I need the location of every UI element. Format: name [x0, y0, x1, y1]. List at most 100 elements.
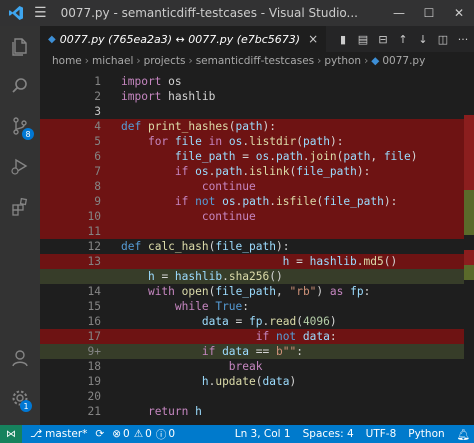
deleted-line[interactable]: 7 if os.path.islink(file_path): — [40, 164, 464, 179]
deleted-line[interactable]: 6 file_path = os.path.join(path, file) — [40, 149, 464, 164]
branch-name: master* — [45, 428, 88, 440]
menu-icon[interactable]: ☰ — [34, 5, 47, 21]
line-code: file_path = os.path.join(path, file) — [121, 149, 418, 164]
open-file-icon[interactable]: ▤ — [356, 32, 370, 46]
deleted-line[interactable]: 11 — [40, 224, 464, 239]
line-number: 17 — [87, 330, 101, 343]
code-token: hashlib — [161, 90, 216, 103]
line-number: 13 — [87, 255, 101, 268]
tab-close-icon[interactable]: × — [308, 32, 318, 46]
notifications-bell-icon[interactable]: 🔔︎ — [457, 428, 470, 441]
breadcrumb-michael[interactable]: michael — [92, 55, 133, 67]
code-token: file — [174, 135, 202, 148]
explorer-icon[interactable] — [0, 26, 40, 66]
deleted-line[interactable]: 8 continue — [40, 179, 464, 194]
breadcrumb-semanticdiff-testcases[interactable]: semanticdiff-testcases — [196, 55, 314, 67]
line-code: for file in os.listdir(path): — [121, 134, 343, 149]
toggle-inline-icon[interactable]: ▮ — [336, 32, 350, 46]
line-code: return h — [121, 404, 202, 419]
more-actions-icon[interactable]: ··· — [456, 32, 470, 46]
code-line[interactable]: 12 def calc_hash(file_path): — [40, 239, 464, 254]
previous-change-icon[interactable]: ↑ — [396, 32, 410, 46]
indentation[interactable]: Spaces: 4 — [303, 428, 354, 440]
code-token: . — [302, 150, 310, 163]
cursor-position[interactable]: Ln 3, Col 1 — [235, 428, 291, 440]
accounts-icon[interactable] — [0, 338, 40, 378]
diff-editor[interactable]: 1 import os 2 import hashlib 3 4 def print_has… — [40, 70, 464, 425]
code-token: islink — [249, 165, 290, 178]
deleted-line[interactable]: 4 def print_hashes(path): — [40, 119, 464, 134]
line-code: break — [121, 359, 263, 374]
code-token: if — [174, 165, 189, 178]
code-line[interactable]: 3 — [40, 104, 464, 119]
warning-icon: ⚠ — [133, 428, 144, 440]
deleted-line[interactable]: 10 continue — [40, 209, 464, 224]
language-mode[interactable]: Python — [408, 428, 444, 440]
problems-indicator[interactable]: ⊗ 0 ⚠ 0 ⓘ 0 — [112, 427, 175, 442]
settings-badge: 1 — [20, 400, 32, 412]
breadcrumb-projects[interactable]: projects — [144, 55, 186, 67]
breadcrumb-python[interactable]: python — [324, 55, 361, 67]
line-code: h = hashlib.sha256() — [121, 269, 283, 284]
code-line[interactable]: 1 import os — [40, 74, 464, 89]
line-number: 5 — [94, 135, 101, 148]
inserted-line[interactable]: 9+ if data == b"": — [40, 344, 464, 359]
deleted-line[interactable]: 13 h = hashlib.md5() — [40, 254, 464, 269]
code-line[interactable]: 18 break — [40, 359, 464, 374]
tab-diff-0077[interactable]: ◆ 0077.py (765ea2a3) ↔ 0077.py (e7bc5673… — [40, 26, 327, 52]
code-line[interactable]: 15 while True: — [40, 299, 464, 314]
deleted-line[interactable]: 5 for file in os.listdir(path): — [40, 134, 464, 149]
line-number: 7 — [94, 165, 101, 178]
code-token: while — [174, 300, 209, 313]
diff-settings-icon[interactable]: ⊟ — [376, 32, 390, 46]
source-control-icon[interactable]: 8 — [0, 106, 40, 146]
code-token: () — [269, 270, 283, 283]
deleted-line[interactable]: 17 if not data: — [40, 329, 464, 344]
code-line[interactable]: 21 return h — [40, 404, 464, 419]
code-line[interactable]: 2 import hashlib — [40, 89, 464, 104]
code-token: 4096 — [302, 315, 330, 328]
code-line[interactable]: 16 data = fp.read(4096) — [40, 314, 464, 329]
line-code: while True: — [121, 299, 249, 314]
settings-gear-icon[interactable]: 1 — [0, 378, 40, 418]
remote-indicator-icon[interactable]: ⋈ — [0, 425, 22, 443]
split-editor-icon[interactable]: ◫ — [436, 32, 450, 46]
next-change-icon[interactable]: ↓ — [416, 32, 430, 46]
code-token: data — [302, 330, 330, 343]
run-debug-icon[interactable] — [0, 146, 40, 186]
code-line[interactable]: 14 with open(file_path, "rb") as fp: — [40, 284, 464, 299]
sync-icon: ⟳ — [95, 428, 105, 440]
line-number: 9+ — [87, 345, 101, 358]
extensions-icon[interactable] — [0, 186, 40, 226]
code-token: os — [255, 150, 270, 163]
line-code: h = hashlib.md5() — [121, 254, 398, 269]
close-window-button[interactable]: ✕ — [444, 0, 474, 26]
breadcrumb-file[interactable]: 0077.py — [382, 55, 425, 67]
minimize-button[interactable]: — — [384, 0, 414, 26]
sync-button[interactable]: ⟳ — [95, 428, 104, 440]
encoding[interactable]: UTF-8 — [366, 428, 397, 440]
branch-indicator[interactable]: ⎇ master* — [30, 428, 87, 440]
code-token: path — [343, 150, 371, 163]
code-token: , — [370, 150, 384, 163]
code-token: with — [147, 285, 175, 298]
info-count: 0 — [168, 428, 175, 440]
vscode-logo-icon — [9, 6, 23, 20]
code-line[interactable]: 20 — [40, 389, 464, 404]
maximize-button[interactable]: ☐ — [414, 0, 444, 26]
overview-inserted-marker — [464, 265, 474, 280]
deleted-line[interactable]: 9 if not os.path.isfile(file_path): — [40, 194, 464, 209]
code-line[interactable]: 19 h.update(data) — [40, 374, 464, 389]
search-icon[interactable] — [0, 66, 40, 106]
line-number: 12 — [87, 240, 101, 253]
code-token: calc_hash — [147, 240, 209, 253]
inserted-line[interactable]: h = hashlib.sha256() — [40, 269, 464, 284]
branch-icon: ⎇ — [30, 428, 43, 440]
breadcrumb-home[interactable]: home — [52, 55, 82, 67]
